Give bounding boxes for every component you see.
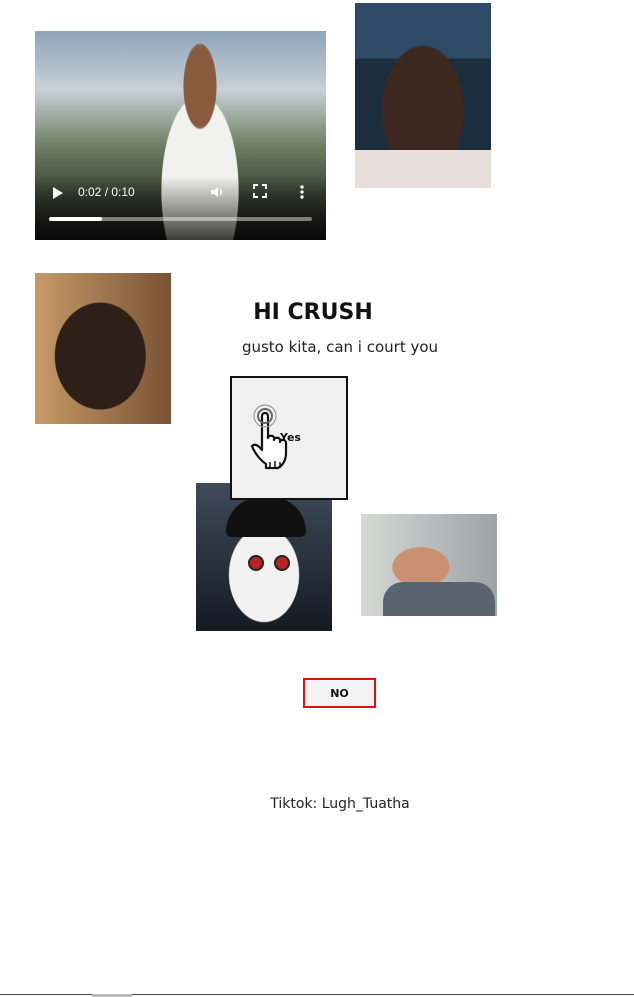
more-vertical-icon[interactable] bbox=[299, 184, 305, 204]
yes-button[interactable]: Yes bbox=[230, 376, 348, 500]
shirt bbox=[355, 150, 491, 188]
video-time: 0:02 / 0:10 bbox=[78, 185, 135, 199]
shirt bbox=[383, 582, 495, 616]
video-player[interactable]: 0:02 / 0:10 bbox=[35, 31, 326, 240]
page-title: HI CRUSH bbox=[253, 300, 373, 325]
fullscreen-icon[interactable] bbox=[253, 184, 267, 202]
page-subtitle: gusto kita, can i court you bbox=[241, 338, 439, 356]
video-progress-fill bbox=[49, 217, 102, 221]
meme-image-man-pursed-lips bbox=[355, 3, 491, 188]
eye bbox=[248, 555, 264, 571]
play-icon[interactable] bbox=[53, 187, 63, 199]
tiktok-handle: Tiktok: Lugh_Tuatha bbox=[270, 796, 410, 812]
meme-image-man-laughing bbox=[361, 514, 497, 616]
no-button[interactable]: NO bbox=[303, 678, 376, 708]
meme-image-doomer-wojak bbox=[196, 483, 332, 631]
yes-button-label: Yes bbox=[280, 431, 301, 444]
eye bbox=[274, 555, 290, 571]
volume-icon[interactable] bbox=[209, 184, 225, 204]
beanie bbox=[226, 497, 306, 537]
video-progress-bar[interactable] bbox=[49, 217, 312, 221]
